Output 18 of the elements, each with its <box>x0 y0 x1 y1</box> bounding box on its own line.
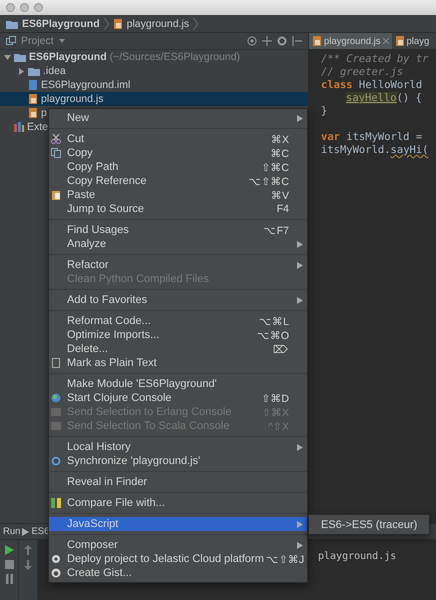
tree-item-label: playground.js <box>41 93 104 105</box>
project-path: (~/Sources/ES6Playground) <box>110 51 240 63</box>
tree-item-label: p <box>41 107 47 119</box>
code-line: } <box>321 105 328 118</box>
code-line: class HelloWorld <box>321 79 424 92</box>
code-line: sayHello() { <box>345 92 423 105</box>
code-line: var itsMyWorld = <box>321 130 424 144</box>
tree-item-label: ES6Playground.iml <box>41 79 130 91</box>
code-line: /** Created by tr <box>321 53 430 66</box>
tab-label: playground.js <box>324 36 381 46</box>
tab-label: playg <box>406 36 430 46</box>
tree-item-label: .idea <box>43 65 66 77</box>
panel-title: Run <box>3 526 20 537</box>
code-line: itsMyWorld.sayHi( <box>321 144 430 157</box>
code-line: // greeter.js <box>321 66 404 79</box>
tree-item-label: Exte <box>27 121 48 133</box>
console-output: playground.js <box>318 551 396 562</box>
tree-item-label: ES6Playground <box>29 51 107 63</box>
